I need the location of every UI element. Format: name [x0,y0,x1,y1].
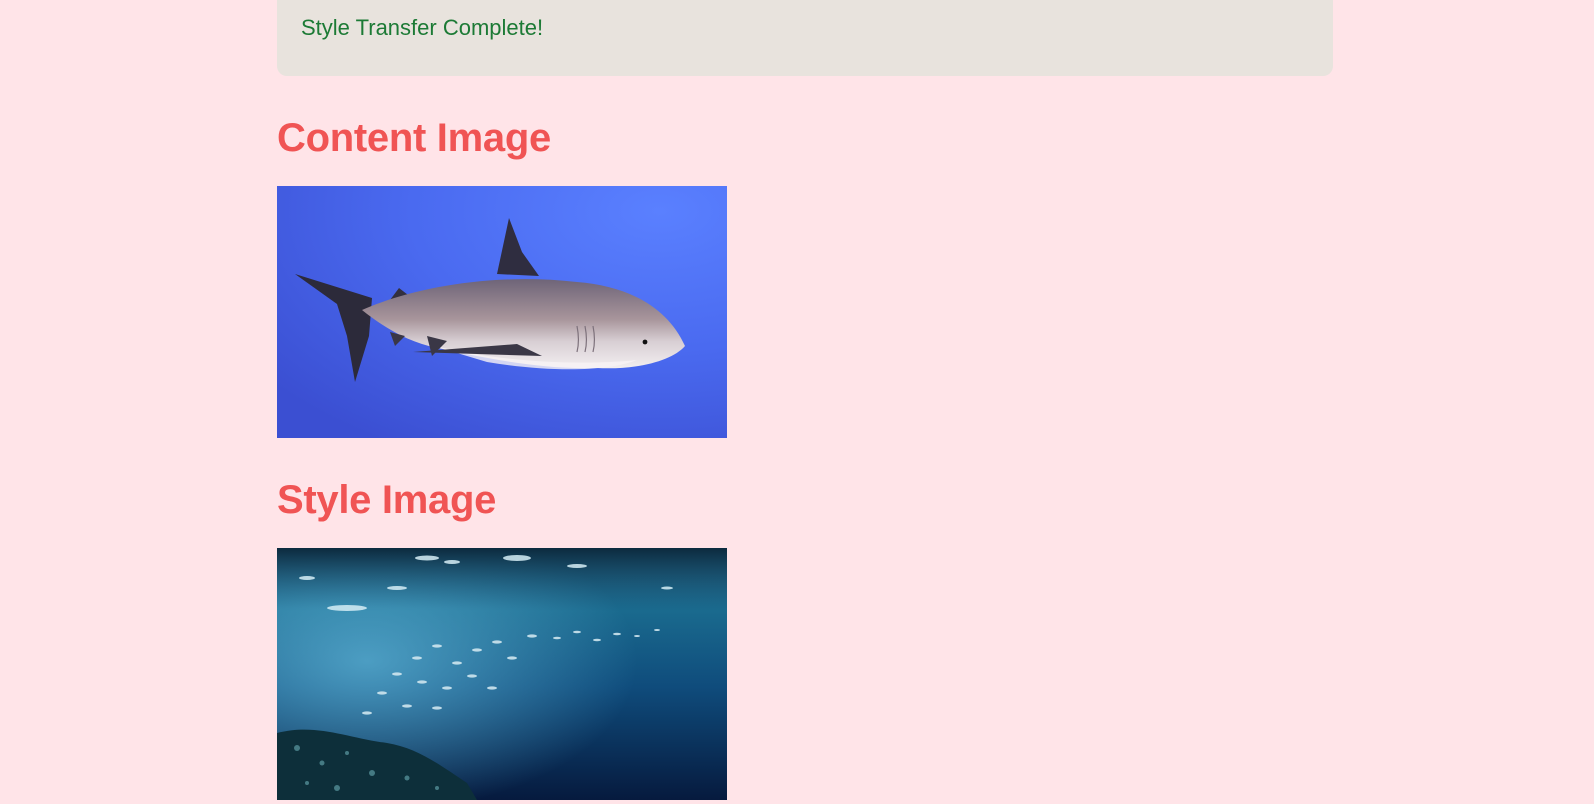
success-alert: Style Transfer Complete! [277,0,1333,76]
style-image-heading: Style Image [277,478,497,522]
content-image [277,186,727,438]
shark-image [277,186,727,438]
success-message: Style Transfer Complete! [301,15,544,40]
underwater-image [277,548,727,800]
style-image [277,548,727,800]
content-image-heading: Content Image [277,116,551,160]
